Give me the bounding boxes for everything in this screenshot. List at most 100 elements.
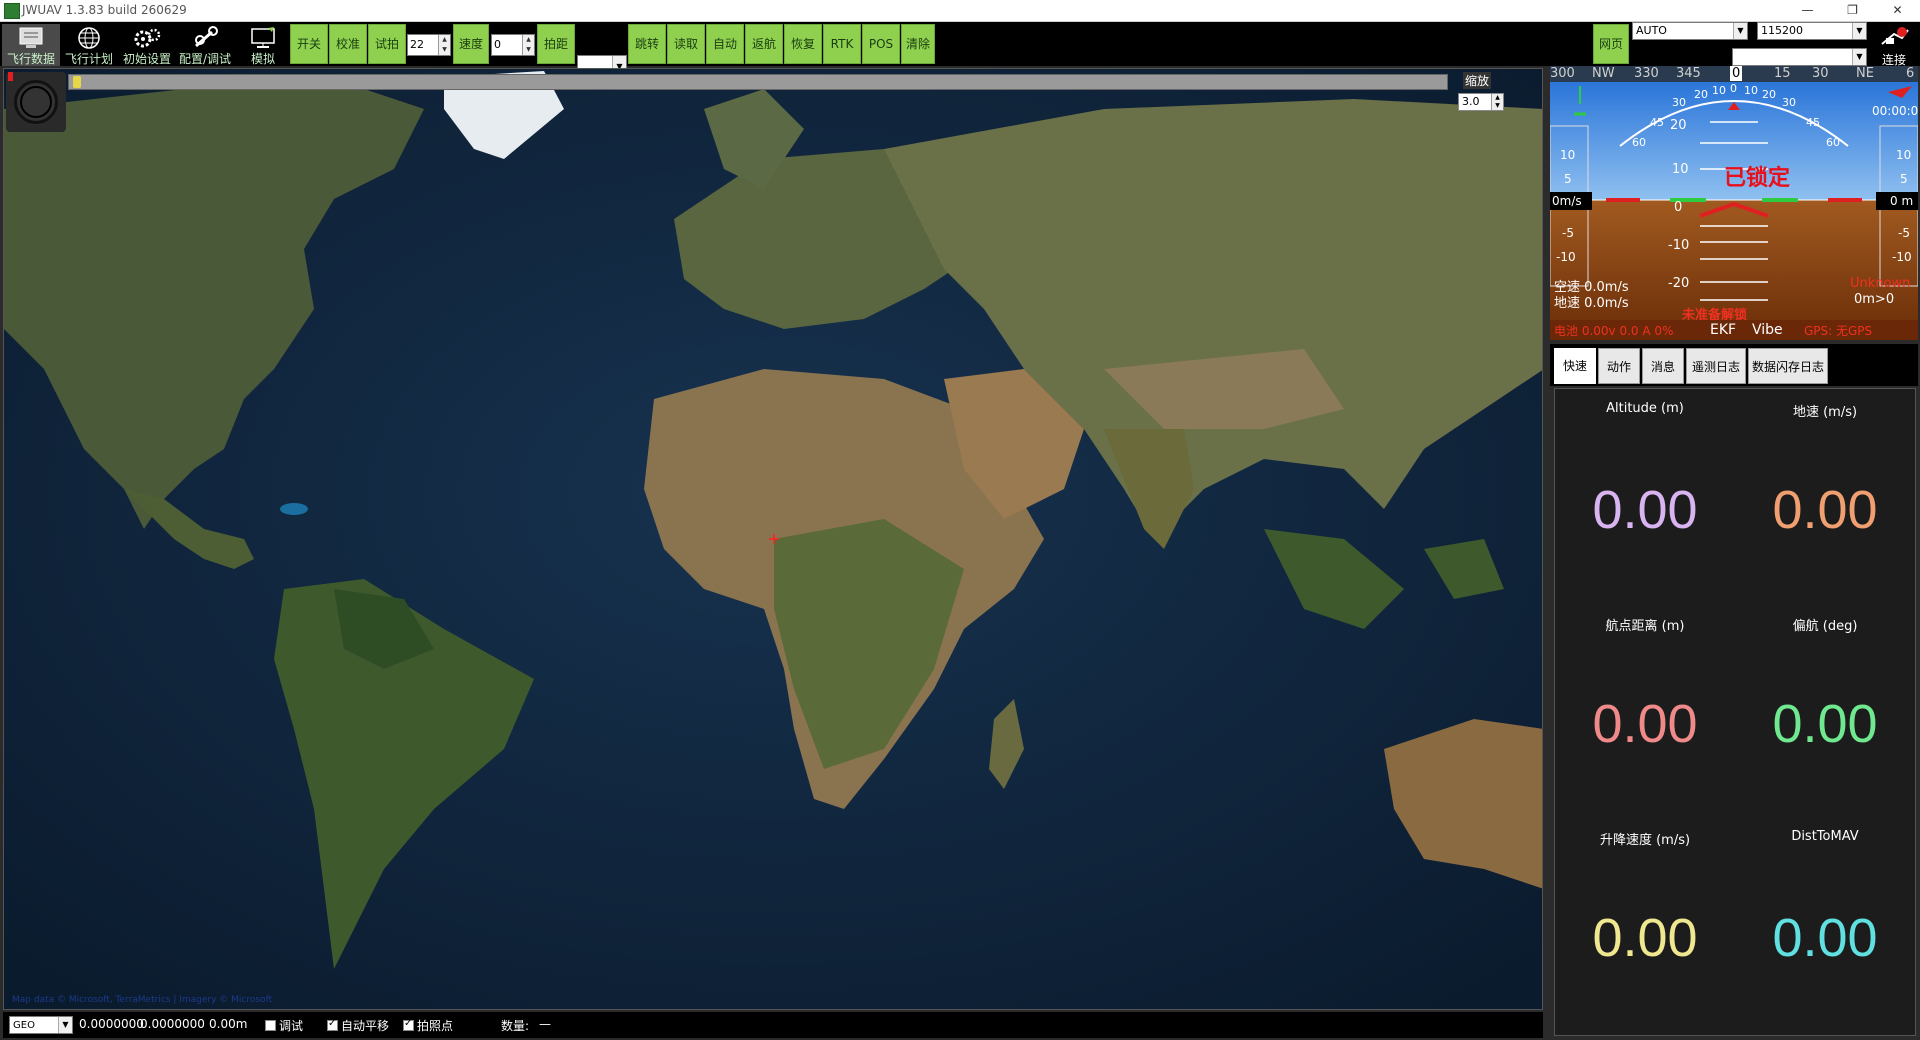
tab-dataflash-logs[interactable]: 数据闪存日志	[1748, 348, 1828, 384]
connect-button[interactable]: 连接	[1874, 24, 1914, 67]
zoom-slider[interactable]	[68, 74, 1448, 90]
speed-scale-label: 5	[1564, 172, 1572, 186]
quick-label: 航点距离 (m)	[1605, 619, 1685, 634]
spin-arrows-icon[interactable]: ▲ ▼	[438, 35, 450, 55]
flight-plan-button[interactable]: 飞行计划	[60, 24, 118, 66]
read-button[interactable]: 读取	[667, 24, 705, 64]
gps-status: GPS: 无GPS	[1804, 324, 1873, 338]
speed-button[interactable]: 速度	[453, 24, 489, 64]
initial-setup-button[interactable]: 初始设置	[118, 24, 176, 66]
roll-label: 60	[1632, 136, 1646, 149]
maximize-button[interactable]: ❐	[1830, 0, 1875, 22]
quick-value: 0.00	[1772, 694, 1878, 754]
computer-icon	[251, 27, 275, 48]
quick-label: DistToMAV	[1791, 829, 1859, 844]
checkbox-icon	[265, 1020, 276, 1031]
debug-checkbox[interactable]: 调试	[265, 1017, 303, 1034]
rtk-button[interactable]: RTK	[823, 24, 861, 64]
quick-cell-dist-to-mav[interactable]: DistToMAV 0.00	[1735, 817, 1915, 1031]
speed-scale-label: -10	[1556, 250, 1576, 264]
altitude-readout: 0.00m	[209, 1017, 248, 1031]
vibe-button[interactable]: Vibe	[1752, 322, 1783, 338]
photo-points-label: 拍照点	[417, 1019, 454, 1033]
quick-label: Altitude (m)	[1606, 401, 1684, 416]
roll-label: 20	[1762, 88, 1776, 101]
satellite-map[interactable]: Map data © Microsoft, TerraMetrics | Ima…	[3, 68, 1543, 1010]
test-shot-input[interactable]: 22 ▲ ▼	[407, 34, 451, 56]
quick-value: 0.00	[1592, 694, 1698, 754]
tab-actions[interactable]: 动作	[1598, 348, 1640, 384]
roll-label: 20	[1694, 88, 1708, 101]
speed-input[interactable]: 0 ▲ ▼	[491, 34, 535, 56]
speed-value: 0	[494, 38, 501, 51]
chevron-down-icon: ▼	[1852, 49, 1866, 65]
quick-value: 0.00	[1772, 480, 1878, 540]
zoom-input[interactable]: 3.0 ▲ ▼	[1458, 93, 1504, 111]
roll-label: 60	[1826, 136, 1840, 149]
alt-scale-label: -5	[1898, 226, 1910, 240]
checkbox-checked-icon	[403, 1018, 414, 1031]
coord-system-select[interactable]: GEO ▼	[9, 1016, 73, 1034]
alt-scale-label: 5	[1900, 172, 1908, 186]
simulation-button[interactable]: 模拟	[234, 24, 292, 66]
unknown-status: Unknown	[1850, 276, 1911, 291]
tab-messages[interactable]: 消息	[1642, 348, 1684, 384]
tab-telemetry-logs[interactable]: 遥测日志	[1686, 348, 1746, 384]
altitude-readout-hud: 0 m	[1890, 194, 1914, 208]
config-tuning-button[interactable]: 配置/调试	[176, 24, 234, 66]
plug-icon	[1881, 27, 1909, 45]
shot-distance-button[interactable]: 拍距	[537, 24, 575, 64]
clear-button[interactable]: 清除	[901, 24, 935, 64]
port-select[interactable]: ▼	[1732, 48, 1867, 66]
calibrate-button[interactable]: 校准	[329, 24, 367, 64]
coord-system-value: GEO	[13, 1020, 35, 1031]
pitch-label: -20	[1668, 276, 1690, 291]
wrench-icon	[195, 26, 218, 48]
quick-cell-altitude[interactable]: Altitude (m) 0.00	[1555, 389, 1735, 603]
battery-status: 电池 0.00v 0.0 A 0%	[1554, 324, 1674, 338]
waypoint-distance: 0m>0	[1854, 292, 1895, 307]
auto-pan-checkbox[interactable]: 自动平移	[327, 1017, 389, 1034]
gears-icon	[134, 28, 161, 48]
speed-scale-label: 10	[1560, 148, 1576, 162]
test-shot-button[interactable]: 试拍	[368, 24, 406, 64]
spin-arrows-icon[interactable]: ▲ ▼	[522, 35, 534, 55]
alt-scale-label: 10	[1896, 148, 1912, 162]
return-button[interactable]: 返航	[745, 24, 783, 64]
restore-button[interactable]: 恢复	[784, 24, 822, 64]
quick-cell-wp-distance[interactable]: 航点距离 (m) 0.00	[1555, 603, 1735, 817]
flight-data-button[interactable]: 飞行数据	[2, 24, 60, 66]
baud-select-value: 115200	[1761, 24, 1803, 37]
simulation-label: 模拟	[250, 52, 275, 66]
tab-quick[interactable]: 快速	[1554, 348, 1596, 384]
config-tuning-label: 配置/调试	[178, 52, 232, 66]
armed-status: 已锁定	[1724, 166, 1791, 191]
toolbar: 飞行数据 飞行计划 初始设置 配置/调试 模拟 开关 校准 试拍 22 ▲ ▼ 速…	[0, 22, 1920, 79]
roll-label: 45	[1650, 116, 1664, 129]
count-label: 数量:	[501, 1019, 530, 1033]
mode-select[interactable]: AUTO ▼	[1632, 22, 1748, 40]
latitude-readout: 0.0000000	[79, 1017, 144, 1031]
quick-cell-climb-rate[interactable]: 升降速度 (m/s) 0.00	[1555, 817, 1735, 1031]
web-button[interactable]: 网页	[1593, 24, 1629, 64]
zoom-slider-thumb[interactable]	[73, 76, 81, 88]
quick-cell-yaw[interactable]: 偏航 (deg) 0.00	[1735, 603, 1915, 817]
pitch-label: 20	[1670, 118, 1687, 133]
roll-label: 30	[1672, 96, 1686, 109]
jump-button[interactable]: 跳转	[628, 24, 666, 64]
switch-button[interactable]: 开关	[290, 24, 328, 64]
auto-button[interactable]: 自动	[706, 24, 744, 64]
title-bar: JWUAV 1.3.83 build 260629 — ❐ ✕	[0, 0, 1920, 22]
mode-select-value: AUTO	[1636, 24, 1667, 37]
quick-cell-groundspeed[interactable]: 地速 (m/s) 0.00	[1735, 389, 1915, 603]
longitude-readout: 0.0000000	[140, 1017, 205, 1031]
pos-button[interactable]: POS	[862, 24, 900, 64]
data-tabs: 快速 动作 消息 遥测日志 数据闪存日志	[1550, 344, 1918, 386]
baud-select[interactable]: 115200 ▼	[1757, 22, 1867, 40]
photo-points-checkbox[interactable]: 拍照点	[403, 1017, 453, 1034]
flight-timer: 00:00:00	[1872, 104, 1918, 118]
spin-arrows-icon[interactable]: ▲ ▼	[1491, 94, 1503, 110]
close-button[interactable]: ✕	[1875, 0, 1920, 22]
minimize-button[interactable]: —	[1785, 0, 1830, 22]
ekf-button[interactable]: EKF	[1710, 322, 1736, 338]
